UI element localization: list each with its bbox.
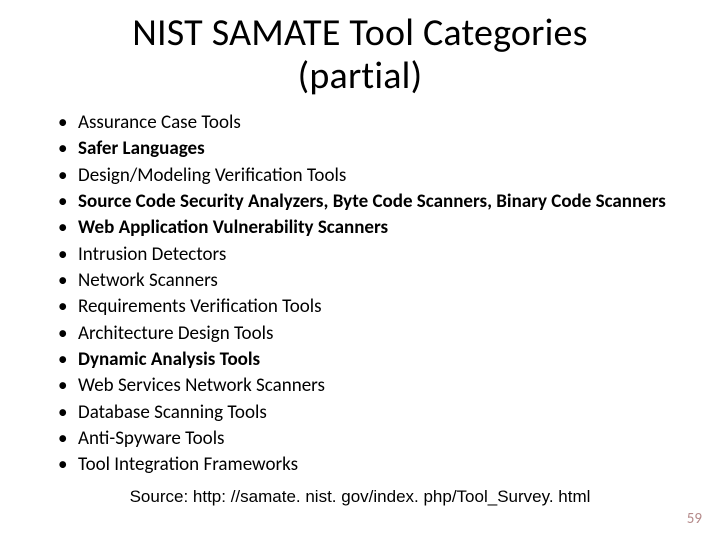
bullet-item: Design/Modeling Verification Tools bbox=[58, 164, 690, 188]
title-line-2: (partial) bbox=[298, 53, 423, 99]
bullet-text: Requirements Verification Tools bbox=[78, 295, 322, 318]
bullet-text: Dynamic Analysis Tools bbox=[78, 348, 260, 371]
bullet-item: Web Services Network Scanners bbox=[58, 374, 690, 398]
bullet-text: Safer Languages bbox=[78, 137, 205, 160]
title-line-1: NIST SAMATE Tool Categories bbox=[132, 10, 587, 56]
bullet-text: Web Services Network Scanners bbox=[78, 374, 325, 397]
bullet-item: Requirements Verification Tools bbox=[58, 295, 690, 319]
bullet-item: Assurance Case Tools bbox=[58, 111, 690, 135]
slide: NIST SAMATE Tool Categories (partial) As… bbox=[0, 0, 720, 540]
bullet-text: Anti-Spyware Tools bbox=[78, 427, 225, 450]
bullet-text: Tool Integration Frameworks bbox=[78, 453, 298, 476]
bullet-item: Intrusion Detectors bbox=[58, 243, 690, 267]
bullet-text: Database Scanning Tools bbox=[78, 401, 267, 424]
bullet-item: Source Code Security Analyzers, Byte Cod… bbox=[58, 190, 690, 214]
bullet-item: Dynamic Analysis Tools bbox=[58, 348, 690, 372]
bullet-text: Source Code Security Analyzers, Byte Cod… bbox=[78, 190, 666, 213]
slide-title: NIST SAMATE Tool Categories (partial) bbox=[30, 12, 690, 97]
bullet-text: Assurance Case Tools bbox=[78, 111, 241, 134]
bullet-text: Design/Modeling Verification Tools bbox=[78, 164, 346, 187]
bullet-text: Web Application Vulnerability Scanners bbox=[78, 216, 388, 239]
bullet-text: Intrusion Detectors bbox=[78, 243, 226, 266]
bullet-text: Network Scanners bbox=[78, 269, 218, 292]
bullet-item: Architecture Design Tools bbox=[58, 322, 690, 346]
bullet-item: Web Application Vulnerability Scanners bbox=[58, 216, 690, 240]
bullet-item: Tool Integration Frameworks bbox=[58, 453, 690, 477]
bullet-item: Safer Languages bbox=[58, 137, 690, 161]
bullet-item: Database Scanning Tools bbox=[58, 401, 690, 425]
bullet-item: Network Scanners bbox=[58, 269, 690, 293]
bullet-text: Architecture Design Tools bbox=[78, 322, 273, 345]
page-number: 59 bbox=[687, 510, 702, 528]
bullet-list: Assurance Case Tools Safer Languages Desig… bbox=[30, 111, 690, 477]
bullet-item: Anti-Spyware Tools bbox=[58, 427, 690, 451]
source-line: Source: http: //samate. nist. gov/index.… bbox=[30, 487, 690, 507]
